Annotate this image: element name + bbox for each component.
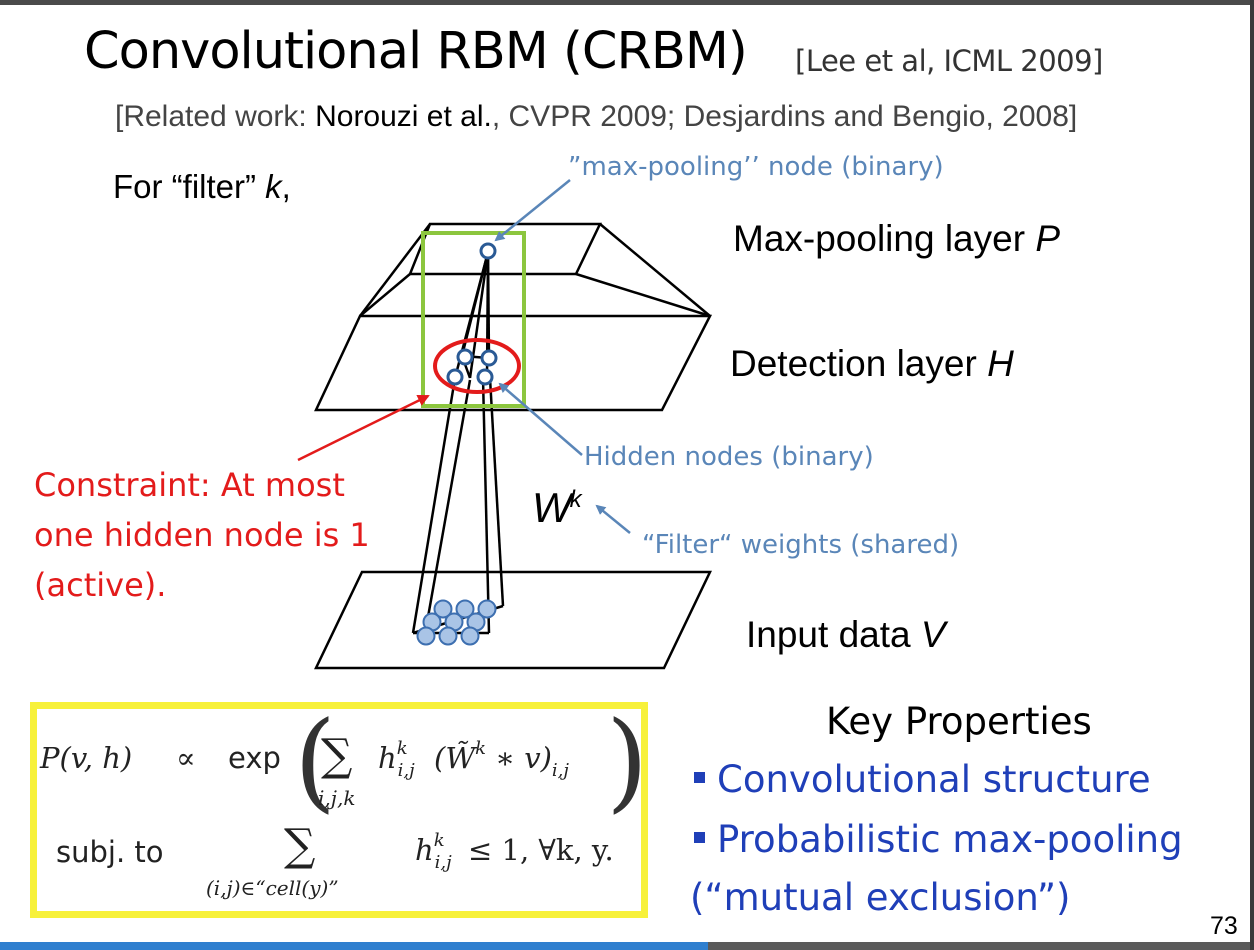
key-property-item: Probabilistic max-pooling xyxy=(694,818,1183,861)
key-properties-title: Key Properties xyxy=(826,700,1092,743)
page-number: 73 xyxy=(1210,912,1238,940)
maxpool-layer-var: P xyxy=(1035,218,1060,259)
eq-conv-sup: k xyxy=(475,738,487,759)
maxpool-edge-left xyxy=(359,273,411,317)
filter-weights-annotation: “Filter“ weights (shared) xyxy=(642,530,960,560)
connections xyxy=(411,251,505,635)
eq-term2-sub: i,j xyxy=(434,852,452,873)
eq-exp: exp xyxy=(228,741,281,775)
eq-term2-sup: k xyxy=(433,830,445,851)
weight-symbol-base: W xyxy=(532,484,572,531)
eq-term1-sub: i,j xyxy=(397,760,415,781)
eq-term2-var: h xyxy=(415,833,434,867)
input-layer-var: V xyxy=(920,614,946,655)
input-layer-text: Input data xyxy=(746,614,921,655)
eq-conv: (W̃k ∗ v)i,j xyxy=(434,738,569,781)
maxpool-node-annotation: ”max-pooling’’ node (binary) xyxy=(568,152,944,182)
key-property-item: Convolutional structure xyxy=(694,758,1151,801)
maxpool-layer-text: Max-pooling layer xyxy=(733,218,1036,259)
constraint-ellipse xyxy=(433,338,521,394)
detection-layer-label: Detection layer H xyxy=(730,343,1014,385)
constraint-text: Constraint: At most one hidden node is 1… xyxy=(34,460,370,610)
bottom-bar xyxy=(0,942,1254,950)
input-layer-label: Input data V xyxy=(746,614,946,656)
eq-term1: hki,j xyxy=(378,738,425,781)
pooling-region-box xyxy=(421,231,526,408)
right-edge xyxy=(1250,0,1254,950)
eq-subj-to: subj. to xyxy=(56,835,164,869)
key-property-label: Probabilistic max-pooling xyxy=(717,818,1183,861)
eq-term1-sup: k xyxy=(396,738,408,759)
hidden-nodes-annotation: Hidden nodes (binary) xyxy=(584,442,874,472)
eq-sum2-sub: (i,j)∈“cell(y)” xyxy=(206,876,339,900)
maxpool-edge-right xyxy=(575,272,711,318)
eq-term2: hki,j xyxy=(415,830,462,873)
detection-layer-text: Detection layer xyxy=(730,343,988,384)
constraint-line-2: one hidden node is 1 xyxy=(34,516,370,554)
eq-proportional: ∝ xyxy=(176,741,196,775)
eq-conv-w: (W̃ xyxy=(434,741,476,775)
eq-constraint-rhs: ≤ 1, ∀k, y. xyxy=(468,833,614,867)
eq-conv-sub: i,j xyxy=(551,760,569,781)
bullet-icon xyxy=(694,832,705,843)
weight-symbol-sup: k xyxy=(569,486,582,513)
maxpool-node-arrow xyxy=(494,179,571,242)
hidden-nodes-arrow xyxy=(498,382,583,456)
bullet-icon xyxy=(694,772,705,783)
maxpool-edge-left-top xyxy=(359,223,431,317)
eq-term1-var: h xyxy=(378,741,397,775)
maxpool-node xyxy=(479,242,497,260)
eq-sum2-sign: ∑ xyxy=(284,820,316,871)
eq-close-paren: ) xyxy=(606,699,649,824)
detection-layer-var: H xyxy=(987,343,1014,384)
eq-conv-rest: ∗ v) xyxy=(486,741,552,775)
key-property-continuation: (“mutual exclusion”) xyxy=(690,876,1071,919)
eq-lhs: P(v, h) xyxy=(40,741,133,775)
maxpool-edge-right-top xyxy=(599,223,711,317)
maxpool-layer-label: Max-pooling layer P xyxy=(733,218,1060,260)
eq-sum1-sign: ∑ xyxy=(321,730,353,781)
eq-sum1-sub: i,j,k xyxy=(318,786,356,810)
key-property-label: Convolutional structure xyxy=(717,758,1151,801)
input-layer-shape xyxy=(314,570,712,670)
weight-symbol: Wk xyxy=(532,484,582,532)
constraint-line-3: (active). xyxy=(34,566,167,604)
filter-weights-arrow xyxy=(595,504,631,534)
constraint-line-1: Constraint: At most xyxy=(34,466,345,504)
bottom-bar-progress xyxy=(0,942,708,950)
